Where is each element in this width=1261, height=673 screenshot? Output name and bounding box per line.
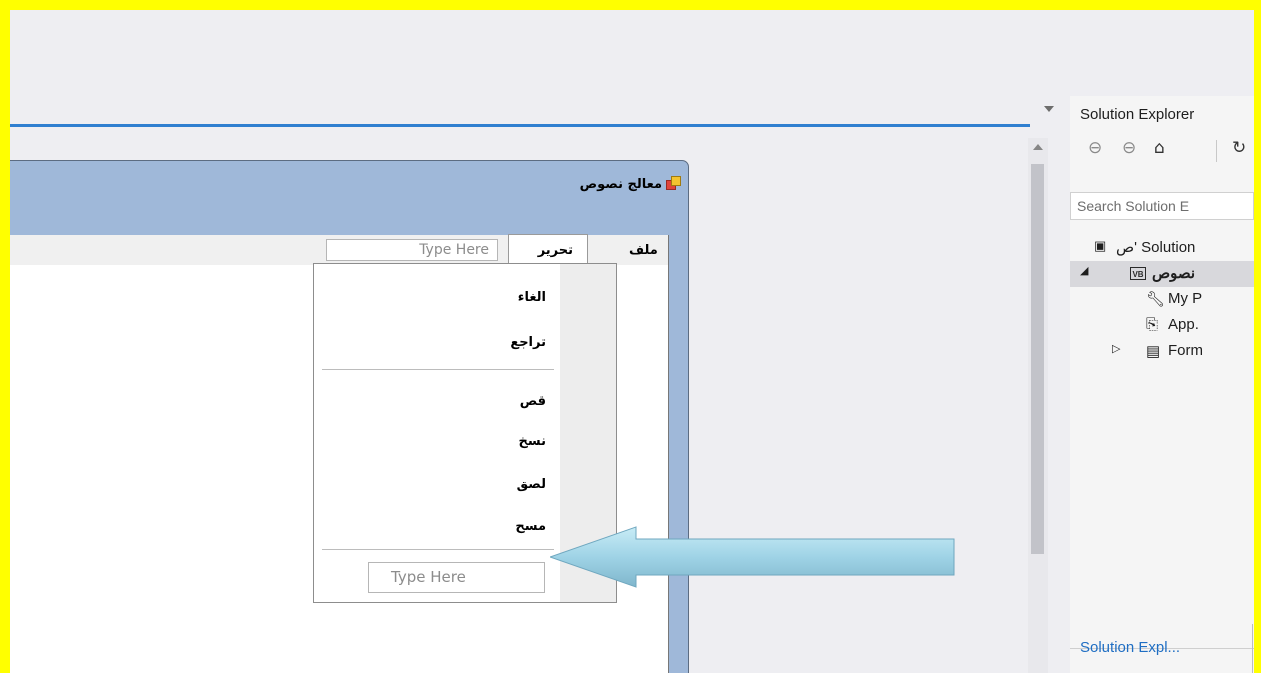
sync-icon[interactable]: ↻ — [1232, 138, 1246, 158]
scroll-up-icon[interactable] — [1033, 144, 1043, 150]
form-file-icon: ▤ — [1146, 343, 1161, 360]
solution-icon: ▣ — [1094, 238, 1107, 253]
back-icon[interactable]: ⊖ — [1088, 138, 1102, 158]
dropdown-item-delete[interactable]: مسح — [515, 519, 546, 534]
wrench-icon: 🔧︎ — [1146, 291, 1166, 308]
designer-vertical-scrollbar[interactable] — [1028, 138, 1048, 673]
form-app-icon — [666, 176, 681, 190]
dropdown-item-paste[interactable]: لصق — [517, 477, 546, 492]
dropdown-item-copy[interactable]: نسخ — [519, 434, 546, 449]
vb-project-icon: VB — [1130, 267, 1146, 280]
expand-icon[interactable]: ▷ — [1112, 342, 1120, 355]
tree-item-app-config[interactable]: ⎘ App. — [1070, 313, 1254, 339]
highlight-frame-right — [1254, 0, 1261, 673]
config-file-icon: ⎘ — [1146, 316, 1159, 333]
forward-icon[interactable]: ⊖ — [1122, 138, 1136, 158]
form-right-edge — [668, 235, 681, 673]
ide-workspace: معالج نصوص ملف تحرير Type Here الغاء ترا… — [10, 10, 1254, 673]
tab-solution-explorer[interactable]: Solution Expl... — [1080, 639, 1180, 656]
tab-separator — [1252, 624, 1253, 673]
tree-item-form[interactable]: ▷ ▤ Form — [1070, 339, 1254, 365]
dropdown-type-here-box[interactable]: Type Here — [368, 562, 545, 593]
dropdown-item-cut[interactable]: قص — [520, 394, 546, 409]
dropdown-separator — [322, 369, 554, 370]
home-icon[interactable]: ⌂ — [1154, 138, 1165, 158]
dropdown-item-undo[interactable]: تراجع — [510, 335, 546, 350]
tree-item-form-label: Form — [1168, 342, 1203, 359]
dropdown-item-cancel[interactable]: الغاء — [518, 290, 546, 305]
menu-item-edit-label: تحرير — [537, 243, 573, 258]
tree-item-solution[interactable]: ▣ ص' Solution — [1070, 235, 1254, 261]
tree-item-my-project-label: My P — [1168, 290, 1203, 307]
document-tab-accent-line — [10, 124, 1030, 127]
dropdown-separator — [322, 549, 554, 550]
solution-search-placeholder: Search Solution E — [1077, 198, 1190, 214]
callout-arrow-icon — [550, 526, 955, 588]
solution-explorer-title: Solution Explorer — [1080, 106, 1195, 123]
scroll-thumb[interactable] — [1031, 164, 1044, 554]
solution-explorer-toolbar: ⊖ ⊖ ⌂ ↻ — [1070, 130, 1254, 168]
solution-explorer-panel: Solution Explorer ⊖ ⊖ ⌂ ↻ Search Solutio… — [1070, 96, 1254, 673]
menu-type-here-label: Type Here — [419, 242, 489, 258]
menu-item-edit[interactable]: تحرير — [508, 234, 588, 264]
toolbar-separator — [1216, 140, 1217, 162]
solution-explorer-bottom-tabs: Solution Expl... — [1070, 624, 1254, 673]
tree-item-app-config-label: App. — [1168, 316, 1199, 333]
form-title: معالج نصوص — [579, 177, 662, 192]
solution-search-input[interactable]: Search Solution E — [1070, 192, 1254, 220]
collapse-icon[interactable]: ◢ — [1080, 264, 1088, 277]
menu-type-here-box[interactable]: Type Here — [326, 239, 498, 261]
menu-item-file[interactable]: ملف — [629, 243, 658, 258]
tree-item-solution-label: ص' Solution — [1116, 239, 1196, 256]
document-dropdown-icon[interactable] — [1044, 106, 1054, 112]
form-titlebar: معالج نصوص — [10, 161, 688, 205]
tree-item-project[interactable]: ◢ VB نصوص — [1070, 261, 1254, 287]
dropdown-type-here-label: Type Here — [391, 568, 466, 586]
tree-item-my-project[interactable]: 🔧︎ My P — [1070, 287, 1254, 313]
tree-item-project-label: نصوص — [1152, 265, 1196, 282]
